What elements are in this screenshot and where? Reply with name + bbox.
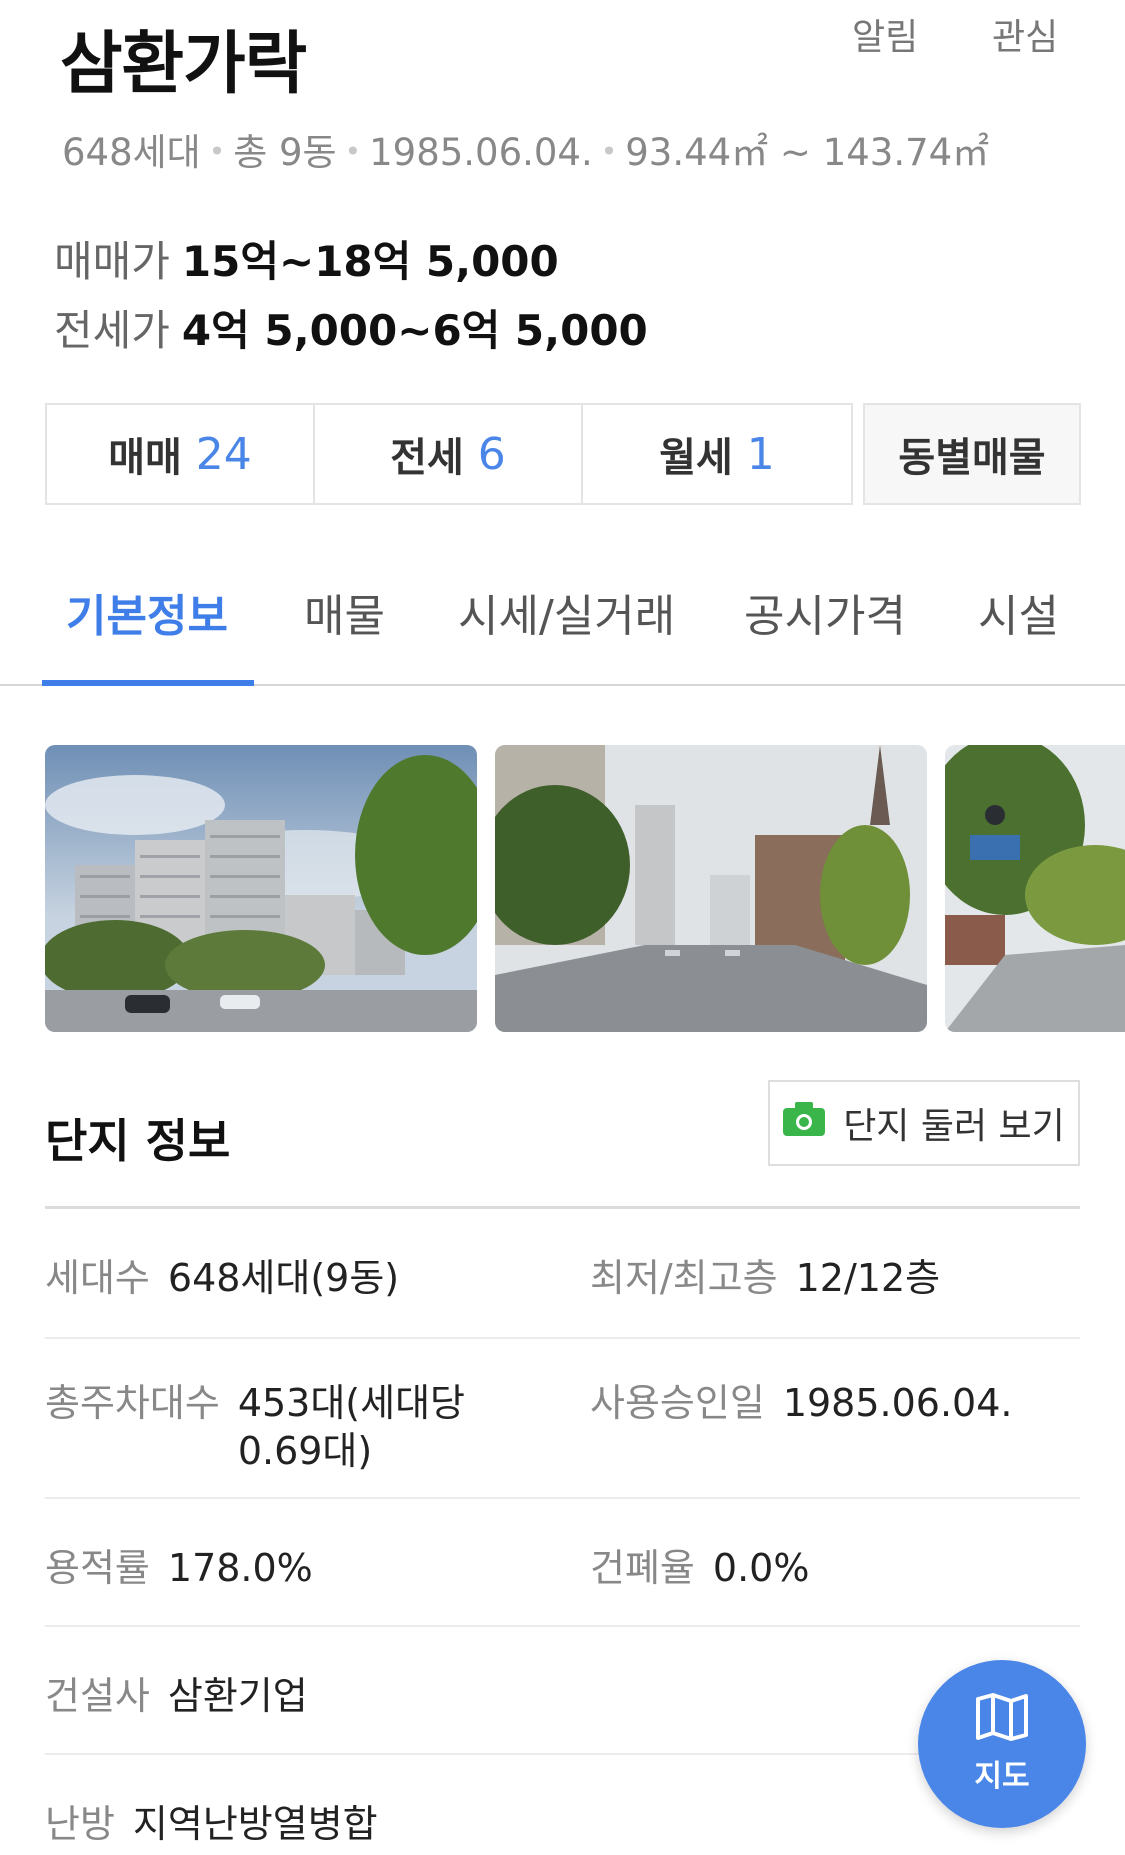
deal-monthly-rent-button[interactable]: 월세 1 [583, 405, 851, 503]
complex-info-header: 단지 정보 단지 둘러 보기 [45, 1080, 1080, 1210]
camera-icon [783, 1101, 826, 1145]
map-button[interactable]: 지도 [918, 1660, 1086, 1828]
info-cell: 건폐율 0.0% [590, 1537, 809, 1592]
sale-price-value: 15억~18억 5,000 [181, 237, 559, 286]
info-value: 삼환기업 [167, 1674, 308, 1718]
summary-buildings: 총 9동 [233, 131, 337, 174]
complex-info-title: 단지 정보 [45, 1114, 231, 1168]
detail-tabs: 기본정보 매물 시세/실거래 공시가격 시설 [0, 570, 1125, 686]
complex-title: 삼환가락 [60, 25, 307, 104]
info-cell: 용적률 178.0% [45, 1537, 313, 1592]
complex-photo[interactable] [495, 745, 927, 1032]
deal-count: 1 [746, 428, 775, 480]
info-key: 사용승인일 [590, 1381, 765, 1425]
info-value: 453대(세대당 0.69대) [237, 1381, 466, 1473]
info-cell: 세대수 648세대(9동) [45, 1247, 399, 1302]
complex-tour-label: 단지 둘러 보기 [843, 1106, 1065, 1147]
info-key: 용적률 [45, 1546, 150, 1590]
info-value: 12/12층 [795, 1256, 941, 1300]
info-value: 1985.06.04. [782, 1381, 1013, 1425]
info-cell: 총주차대수 453대(세대당 0.69대) [45, 1379, 488, 1475]
complex-summary: 648세대 • 총 9동 • 1985.06.04. • 93.44㎡ ~ 143.74㎡ [62, 122, 989, 176]
deal-type-group: 매매 24 전세 6 월세 1 [45, 403, 853, 505]
info-value: 지역난방열병합 [132, 1802, 378, 1846]
table-row: 세대수 648세대(9동) 최저/최고층 12/12층 [45, 1209, 1080, 1339]
summary-households: 648세대 [62, 131, 201, 174]
info-value: 0.0% [712, 1546, 810, 1590]
active-tab-indicator [42, 680, 254, 686]
info-cell: 최저/최고층 12/12층 [590, 1247, 940, 1302]
complex-photo-carousel[interactable] [45, 745, 1125, 1032]
info-key: 최저/최고층 [590, 1256, 778, 1300]
info-cell: 건설사 삼환기업 [45, 1665, 308, 1720]
separator-dot: • [344, 135, 362, 168]
jeonse-price-row: 전세가 4억 5,000~6억 5,000 [54, 297, 648, 358]
info-key: 난방 [45, 1802, 115, 1846]
map-button-label: 지도 [974, 1759, 1030, 1794]
deal-label: 월세 [659, 435, 733, 481]
table-row: 용적률 178.0% 건폐율 0.0% [45, 1499, 1080, 1627]
complex-photo[interactable] [945, 745, 1125, 1032]
info-key: 총주차대수 [45, 1381, 220, 1425]
info-key: 건폐율 [590, 1546, 695, 1590]
tab-listings[interactable]: 매물 [304, 580, 385, 644]
deal-label: 전세 [390, 435, 464, 481]
complex-tour-button[interactable]: 단지 둘러 보기 [768, 1080, 1080, 1166]
info-cell: 사용승인일 1985.06.04. [590, 1379, 1012, 1427]
map-icon [976, 1693, 1028, 1745]
info-key: 세대수 [45, 1256, 150, 1300]
tab-basic-info[interactable]: 기본정보 [66, 580, 228, 644]
deal-count: 24 [195, 428, 252, 480]
info-cell: 난방 지역난방열병합 [45, 1793, 378, 1848]
deal-label: 매매 [108, 435, 182, 481]
info-value: 648세대(9동) [167, 1256, 400, 1300]
summary-area-range: 93.44㎡ ~ 143.74㎡ [625, 131, 990, 174]
favorite-button[interactable]: 관심 [992, 8, 1058, 60]
jeonse-price-value: 4억 5,000~6억 5,000 [181, 306, 648, 355]
alarm-button[interactable]: 알림 [852, 8, 918, 60]
summary-approval-date: 1985.06.04. [369, 131, 593, 174]
sale-price-label: 매매가 [54, 237, 170, 286]
info-value: 178.0% [167, 1546, 313, 1590]
by-dong-listings-button[interactable]: 동별매물 [863, 403, 1081, 505]
sale-price-row: 매매가 15억~18억 5,000 [54, 228, 559, 289]
tab-facilities[interactable]: 시설 [978, 580, 1059, 644]
deal-count: 6 [477, 428, 506, 480]
info-key: 건설사 [45, 1674, 150, 1718]
complex-header: 삼환가락 알림 관심 648세대 • 총 9동 • 1985.06.04. • 93.44㎡… [0, 0, 1125, 174]
deal-type-bar: 매매 24 전세 6 월세 1 동별매물 [45, 403, 1081, 505]
tab-market-price[interactable]: 시세/실거래 [458, 580, 675, 644]
deal-sale-button[interactable]: 매매 24 [47, 405, 315, 503]
table-row: 총주차대수 453대(세대당 0.69대) 사용승인일 1985.06.04. [45, 1339, 1080, 1499]
tab-official-price[interactable]: 공시가격 [744, 580, 906, 644]
separator-dot: • [208, 135, 226, 168]
separator-dot: • [600, 135, 618, 168]
deal-jeonse-button[interactable]: 전세 6 [315, 405, 583, 503]
complex-photo[interactable] [45, 745, 477, 1032]
jeonse-price-label: 전세가 [54, 306, 170, 355]
